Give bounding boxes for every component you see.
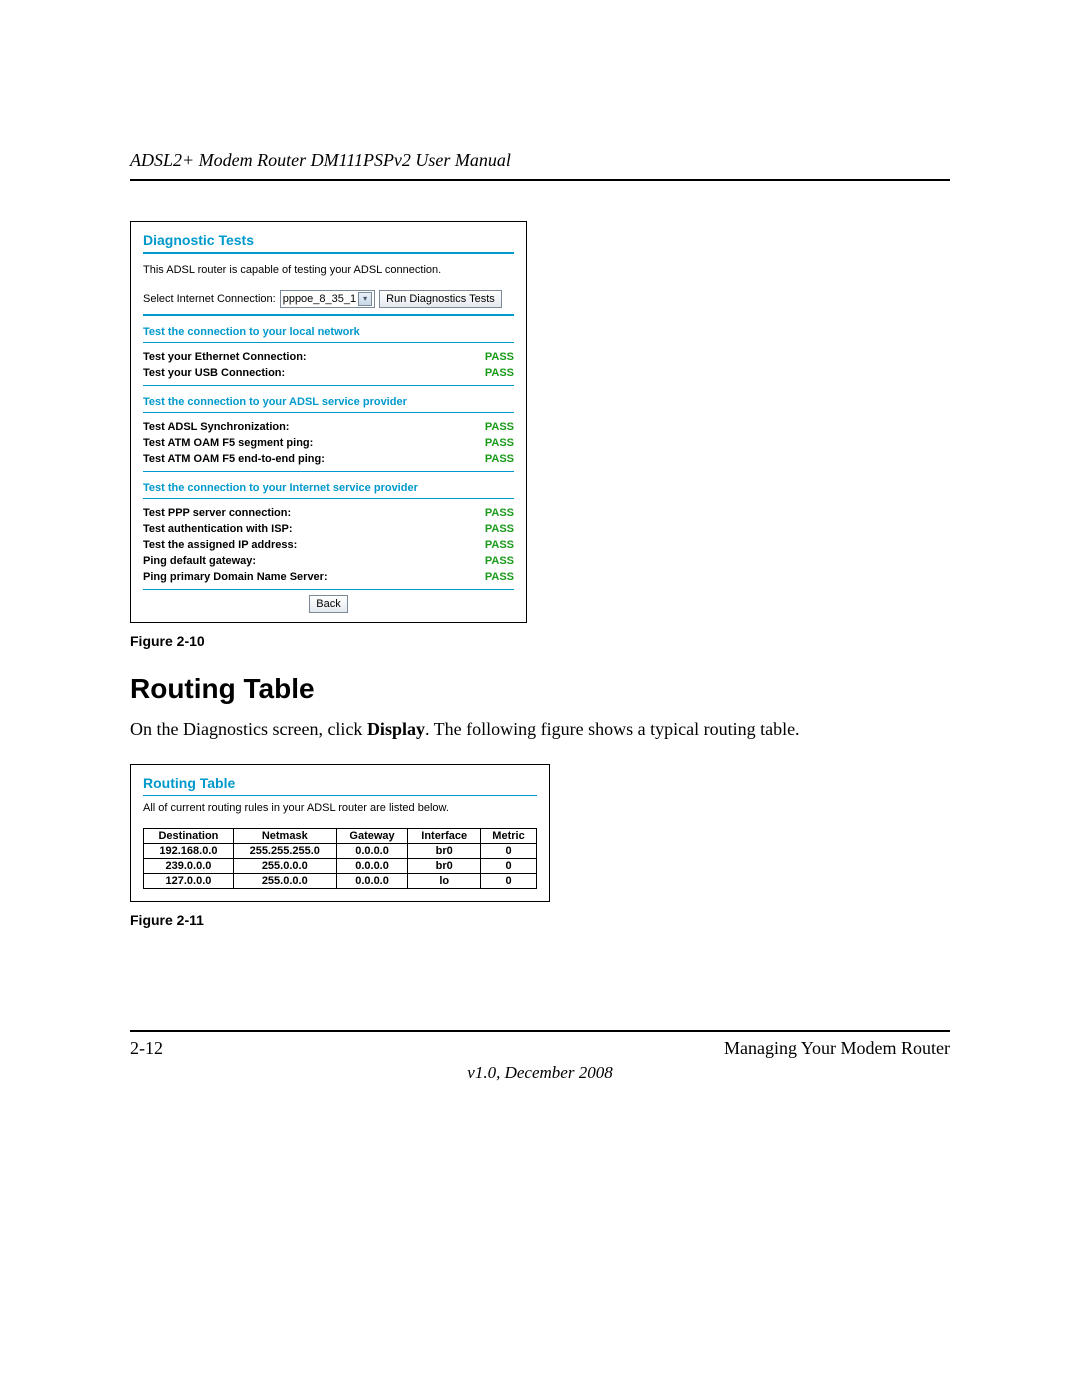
test-result: PASS [485,453,514,465]
test-label: Test your USB Connection: [143,367,285,379]
test-label: Ping default gateway: [143,555,256,567]
table-row: 239.0.0.0255.0.0.00.0.0.0br00 [144,859,537,874]
panel-description: This ADSL router is capable of testing y… [143,264,514,276]
test-result: PASS [485,421,514,433]
divider [143,412,514,413]
routing-panel-desc: All of current routing rules in your ADS… [143,802,537,814]
diagnostic-panel: Diagnostic Tests This ADSL router is cap… [130,221,527,623]
body-text-pre: On the Diagnostics screen, click [130,719,367,739]
test-row: Test ATM OAM F5 end-to-end ping: PASS [143,451,514,467]
footer-version: v1.0, December 2008 [130,1063,950,1083]
table-header: Metric [481,829,537,844]
test-label: Test your Ethernet Connection: [143,351,307,363]
test-label: Test ATM OAM F5 segment ping: [143,437,313,449]
divider [143,342,514,343]
test-row: Test ADSL Synchronization: PASS [143,419,514,435]
test-result: PASS [485,367,514,379]
test-label: Test authentication with ISP: [143,523,293,535]
divider [143,252,514,254]
test-row: Test the assigned IP address: PASS [143,537,514,553]
chevron-down-icon: ▾ [358,292,372,306]
body-paragraph: On the Diagnostics screen, click Display… [130,719,950,740]
divider [143,385,514,386]
section-adsl-provider-title: Test the connection to your ADSL service… [143,396,514,408]
run-diagnostics-button[interactable]: Run Diagnostics Tests [379,290,502,308]
table-cell: 0.0.0.0 [336,844,408,859]
test-row: Ping default gateway: PASS [143,553,514,569]
table-cell: 0.0.0.0 [336,874,408,889]
routing-panel-title: Routing Table [143,775,537,791]
test-result: PASS [485,523,514,535]
divider [143,795,537,796]
test-label: Test the assigned IP address: [143,539,297,551]
test-row: Test your USB Connection: PASS [143,365,514,381]
doc-header: ADSL2+ Modem Router DM111PSPv2 User Manu… [130,150,950,181]
table-cell: 0.0.0.0 [336,859,408,874]
table-cell: 255.0.0.0 [233,874,336,889]
body-text-bold: Display [367,719,425,739]
test-result: PASS [485,555,514,567]
test-result: PASS [485,507,514,519]
routing-table-heading: Routing Table [130,673,950,705]
test-result: PASS [485,539,514,551]
table-cell: 0 [481,844,537,859]
section-internet-provider-title: Test the connection to your Internet ser… [143,482,514,494]
test-row: Test ATM OAM F5 segment ping: PASS [143,435,514,451]
test-label: Test ADSL Synchronization: [143,421,289,433]
back-button[interactable]: Back [309,595,347,613]
test-result: PASS [485,571,514,583]
panel-title: Diagnostic Tests [143,232,514,248]
table-cell: 255.0.0.0 [233,859,336,874]
table-cell: 239.0.0.0 [144,859,234,874]
routing-table: DestinationNetmaskGatewayInterfaceMetric… [143,828,537,889]
test-row: Test your Ethernet Connection: PASS [143,349,514,365]
test-result: PASS [485,351,514,363]
select-value: pppoe_8_35_1 [283,293,356,305]
test-result: PASS [485,437,514,449]
test-row: Ping primary Domain Name Server: PASS [143,569,514,585]
table-header: Destination [144,829,234,844]
footer-chapter: Managing Your Modem Router [724,1038,950,1059]
test-row: Test authentication with ISP: PASS [143,521,514,537]
table-row: 127.0.0.0255.0.0.00.0.0.0lo0 [144,874,537,889]
test-label: Test ATM OAM F5 end-to-end ping: [143,453,325,465]
divider [143,589,514,590]
doc-footer: 2-12 Managing Your Modem Router v1.0, De… [130,1030,950,1083]
section-local-network-title: Test the connection to your local networ… [143,326,514,338]
table-header: Netmask [233,829,336,844]
table-header: Gateway [336,829,408,844]
table-cell: 0 [481,874,537,889]
footer-divider [130,1030,950,1032]
table-row: 192.168.0.0255.255.255.00.0.0.0br00 [144,844,537,859]
routing-panel: Routing Table All of current routing rul… [130,764,550,902]
select-label: Select Internet Connection: [143,293,276,305]
figure-2-11-caption: Figure 2-11 [130,912,950,928]
table-cell: lo [408,874,481,889]
divider [143,471,514,472]
table-cell: 127.0.0.0 [144,874,234,889]
table-cell: br0 [408,844,481,859]
body-text-post: . The following figure shows a typical r… [425,719,800,739]
table-cell: 255.255.255.0 [233,844,336,859]
test-label: Test PPP server connection: [143,507,291,519]
figure-2-10-caption: Figure 2-10 [130,633,950,649]
divider [143,314,514,316]
table-cell: br0 [408,859,481,874]
test-row: Test PPP server connection: PASS [143,505,514,521]
test-label: Ping primary Domain Name Server: [143,571,328,583]
table-cell: 192.168.0.0 [144,844,234,859]
table-header: Interface [408,829,481,844]
divider [143,498,514,499]
internet-connection-select[interactable]: pppoe_8_35_1 ▾ [280,290,375,308]
table-cell: 0 [481,859,537,874]
page-number: 2-12 [130,1038,163,1059]
